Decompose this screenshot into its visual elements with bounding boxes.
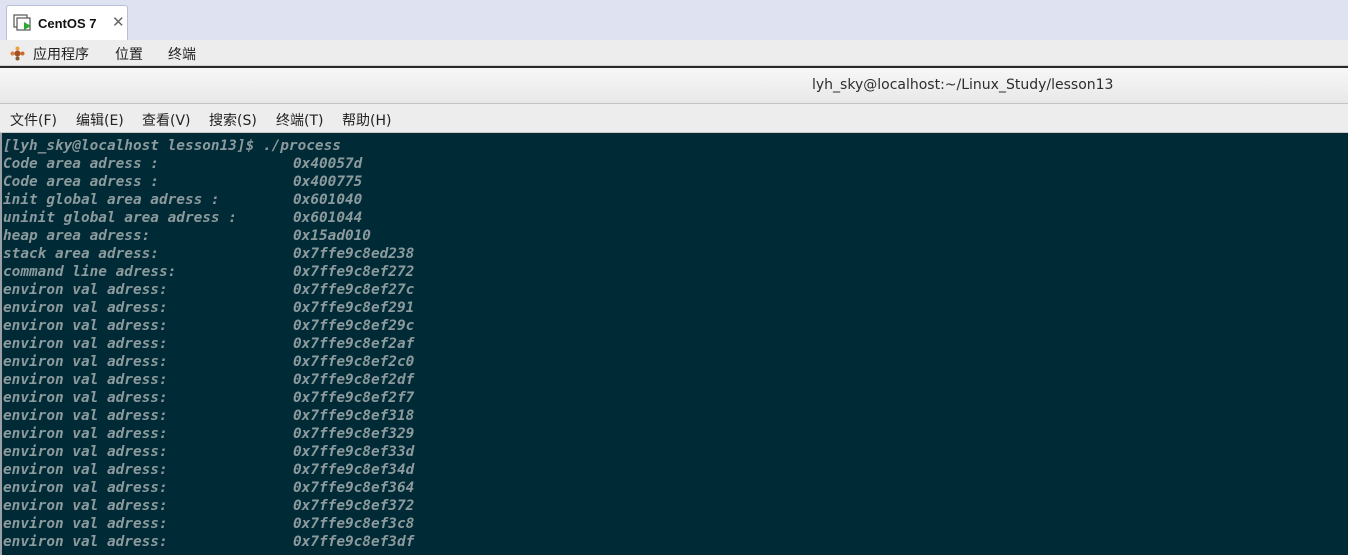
menu-terminal[interactable]: 终端(T) bbox=[276, 110, 323, 130]
terminal-output-line: command line adress: 0x7ffe9c8ef272 bbox=[3, 263, 414, 281]
terminal-line-address: 0x7ffe9c8ef34d bbox=[293, 462, 415, 478]
terminal-line-address: 0x7ffe9c8ef3df bbox=[293, 534, 415, 550]
vm-tab-strip: CentOS 7 ✕ bbox=[0, 0, 1348, 40]
terminal-line-address: 0x7ffe9c8ef318 bbox=[293, 408, 415, 424]
terminal-line-label: environ val adress: bbox=[3, 426, 168, 442]
terminal-output-line: environ val adress: 0x7ffe9c8ef3df bbox=[3, 533, 414, 551]
gnome-top-panel: 应用程序 位置 终端 bbox=[0, 40, 1348, 66]
terminal-prompt-line: [lyh_sky@localhost lesson13]$ ./process bbox=[3, 138, 341, 154]
terminal-output-line: environ val adress: 0x7ffe9c8ef2af bbox=[3, 335, 414, 353]
terminal-output-line: stack area adress: 0x7ffe9c8ed238 bbox=[3, 245, 414, 263]
vm-tab-label: CentOS 7 bbox=[38, 16, 97, 31]
menu-search[interactable]: 搜索(S) bbox=[209, 110, 257, 130]
terminal-output-line: environ val adress: 0x7ffe9c8ef34d bbox=[3, 461, 414, 479]
terminal-line-label: init global area adress : bbox=[3, 192, 220, 208]
panel-terminal-menu[interactable]: 终端 bbox=[168, 44, 196, 64]
terminal-line-address: 0x7ffe9c8ef291 bbox=[293, 300, 415, 316]
terminal-line-label: environ val adress: bbox=[3, 336, 168, 352]
close-icon[interactable]: ✕ bbox=[112, 13, 125, 31]
terminal-line-label: environ val adress: bbox=[3, 516, 168, 532]
terminal-line-label: environ val adress: bbox=[3, 480, 168, 496]
terminal-line-label: Code area adress : bbox=[3, 174, 159, 190]
vm-tab-centos[interactable]: CentOS 7 ✕ bbox=[6, 5, 128, 40]
terminal-line-address: 0x40057d bbox=[293, 156, 363, 172]
window-title: lyh_sky@localhost:~/Linux_Study/lesson13 bbox=[812, 77, 1114, 93]
terminal-output-line: environ val adress: 0x7ffe9c8ef27c bbox=[3, 281, 414, 299]
terminal-line-label: stack area adress: bbox=[3, 246, 159, 262]
terminal-output-line: environ val adress: 0x7ffe9c8ef318 bbox=[3, 407, 414, 425]
terminal-line-address: 0x7ffe9c8ef329 bbox=[293, 426, 415, 442]
terminal-menubar: 文件(F) 编辑(E) 查看(V) 搜索(S) 终端(T) 帮助(H) bbox=[0, 104, 1348, 133]
terminal-line-label: environ val adress: bbox=[3, 498, 168, 514]
terminal-line-address: 0x7ffe9c8ef2df bbox=[293, 372, 415, 388]
terminal-output[interactable]: [lyh_sky@localhost lesson13]$ ./process … bbox=[2, 133, 1348, 555]
menu-edit[interactable]: 编辑(E) bbox=[76, 110, 124, 130]
terminal-output-line: environ val adress: 0x7ffe9c8ef372 bbox=[3, 497, 414, 515]
terminal-line-address: 0x400775 bbox=[293, 174, 363, 190]
terminal-line-label: environ val adress: bbox=[3, 390, 168, 406]
terminal-line-label: Code area adress : bbox=[3, 156, 159, 172]
terminal-output-line: environ val adress: 0x7ffe9c8ef329 bbox=[3, 425, 414, 443]
panel-applications-menu[interactable]: 应用程序 bbox=[33, 44, 89, 64]
terminal-line-address: 0x7ffe9c8ed238 bbox=[293, 246, 415, 262]
terminal-output-line: init global area adress : 0x601040 bbox=[3, 191, 362, 209]
terminal-output-line: heap area adress: 0x15ad010 bbox=[3, 227, 371, 245]
terminal-line-address: 0x601044 bbox=[293, 210, 363, 226]
terminal-line-label: environ val adress: bbox=[3, 318, 168, 334]
terminal-output-line: environ val adress: 0x7ffe9c8ef2c0 bbox=[3, 353, 414, 371]
terminal-line-address: 0x7ffe9c8ef27c bbox=[293, 282, 415, 298]
menu-file[interactable]: 文件(F) bbox=[10, 110, 57, 130]
terminal-line-label: heap area adress: bbox=[3, 228, 151, 244]
terminal-line-label: environ val adress: bbox=[3, 534, 168, 550]
terminal-line-label: environ val adress: bbox=[3, 354, 168, 370]
terminal-line-address: 0x7ffe9c8ef2af bbox=[293, 336, 415, 352]
terminal-line-label: uninit global area adress : bbox=[3, 210, 237, 226]
terminal-line-address: 0x7ffe9c8ef364 bbox=[293, 480, 415, 496]
terminal-output-line: environ val adress: 0x7ffe9c8ef291 bbox=[3, 299, 414, 317]
terminal-output-line: environ val adress: 0x7ffe9c8ef33d bbox=[3, 443, 414, 461]
terminal-output-line: uninit global area adress : 0x601044 bbox=[3, 209, 362, 227]
terminal-line-address: 0x7ffe9c8ef272 bbox=[293, 264, 415, 280]
terminal-output-line: environ val adress: 0x7ffe9c8ef29c bbox=[3, 317, 414, 335]
terminal-line-address: 0x7ffe9c8ef2c0 bbox=[293, 354, 415, 370]
terminal-line-address: 0x7ffe9c8ef2f7 bbox=[293, 390, 415, 406]
window-titlebar[interactable]: lyh_sky@localhost:~/Linux_Study/lesson13 bbox=[0, 68, 1348, 104]
terminal-line-label: command line adress: bbox=[3, 264, 177, 280]
terminal-line-label: environ val adress: bbox=[3, 282, 168, 298]
terminal-line-address: 0x7ffe9c8ef33d bbox=[293, 444, 415, 460]
terminal-line-label: environ val adress: bbox=[3, 444, 168, 460]
terminal-line-label: environ val adress: bbox=[3, 372, 168, 388]
panel-places-menu[interactable]: 位置 bbox=[115, 44, 143, 64]
terminal-output-line: environ val adress: 0x7ffe9c8ef2df bbox=[3, 371, 414, 389]
terminal-line-address: 0x7ffe9c8ef3c8 bbox=[293, 516, 415, 532]
terminal-output-line: environ val adress: 0x7ffe9c8ef2f7 bbox=[3, 389, 414, 407]
terminal-line-address: 0x7ffe9c8ef372 bbox=[293, 498, 415, 514]
terminal-line-label: environ val adress: bbox=[3, 408, 168, 424]
terminal-output-line: environ val adress: 0x7ffe9c8ef364 bbox=[3, 479, 414, 497]
terminal-output-line: Code area adress : 0x40057d bbox=[3, 155, 362, 173]
terminal-line-label: environ val adress: bbox=[3, 462, 168, 478]
terminal-output-line: Code area adress : 0x400775 bbox=[3, 173, 362, 191]
terminal-line-label: environ val adress: bbox=[3, 300, 168, 316]
terminal-line-address: 0x7ffe9c8ef29c bbox=[293, 318, 415, 334]
menu-help[interactable]: 帮助(H) bbox=[342, 110, 391, 130]
menu-view[interactable]: 查看(V) bbox=[142, 110, 191, 130]
applications-icon bbox=[10, 46, 25, 61]
vm-machine-icon bbox=[13, 14, 31, 31]
terminal-line-address: 0x15ad010 bbox=[293, 228, 371, 244]
terminal-output-line: environ val adress: 0x7ffe9c8ef3c8 bbox=[3, 515, 414, 533]
terminal-line-address: 0x601040 bbox=[293, 192, 363, 208]
